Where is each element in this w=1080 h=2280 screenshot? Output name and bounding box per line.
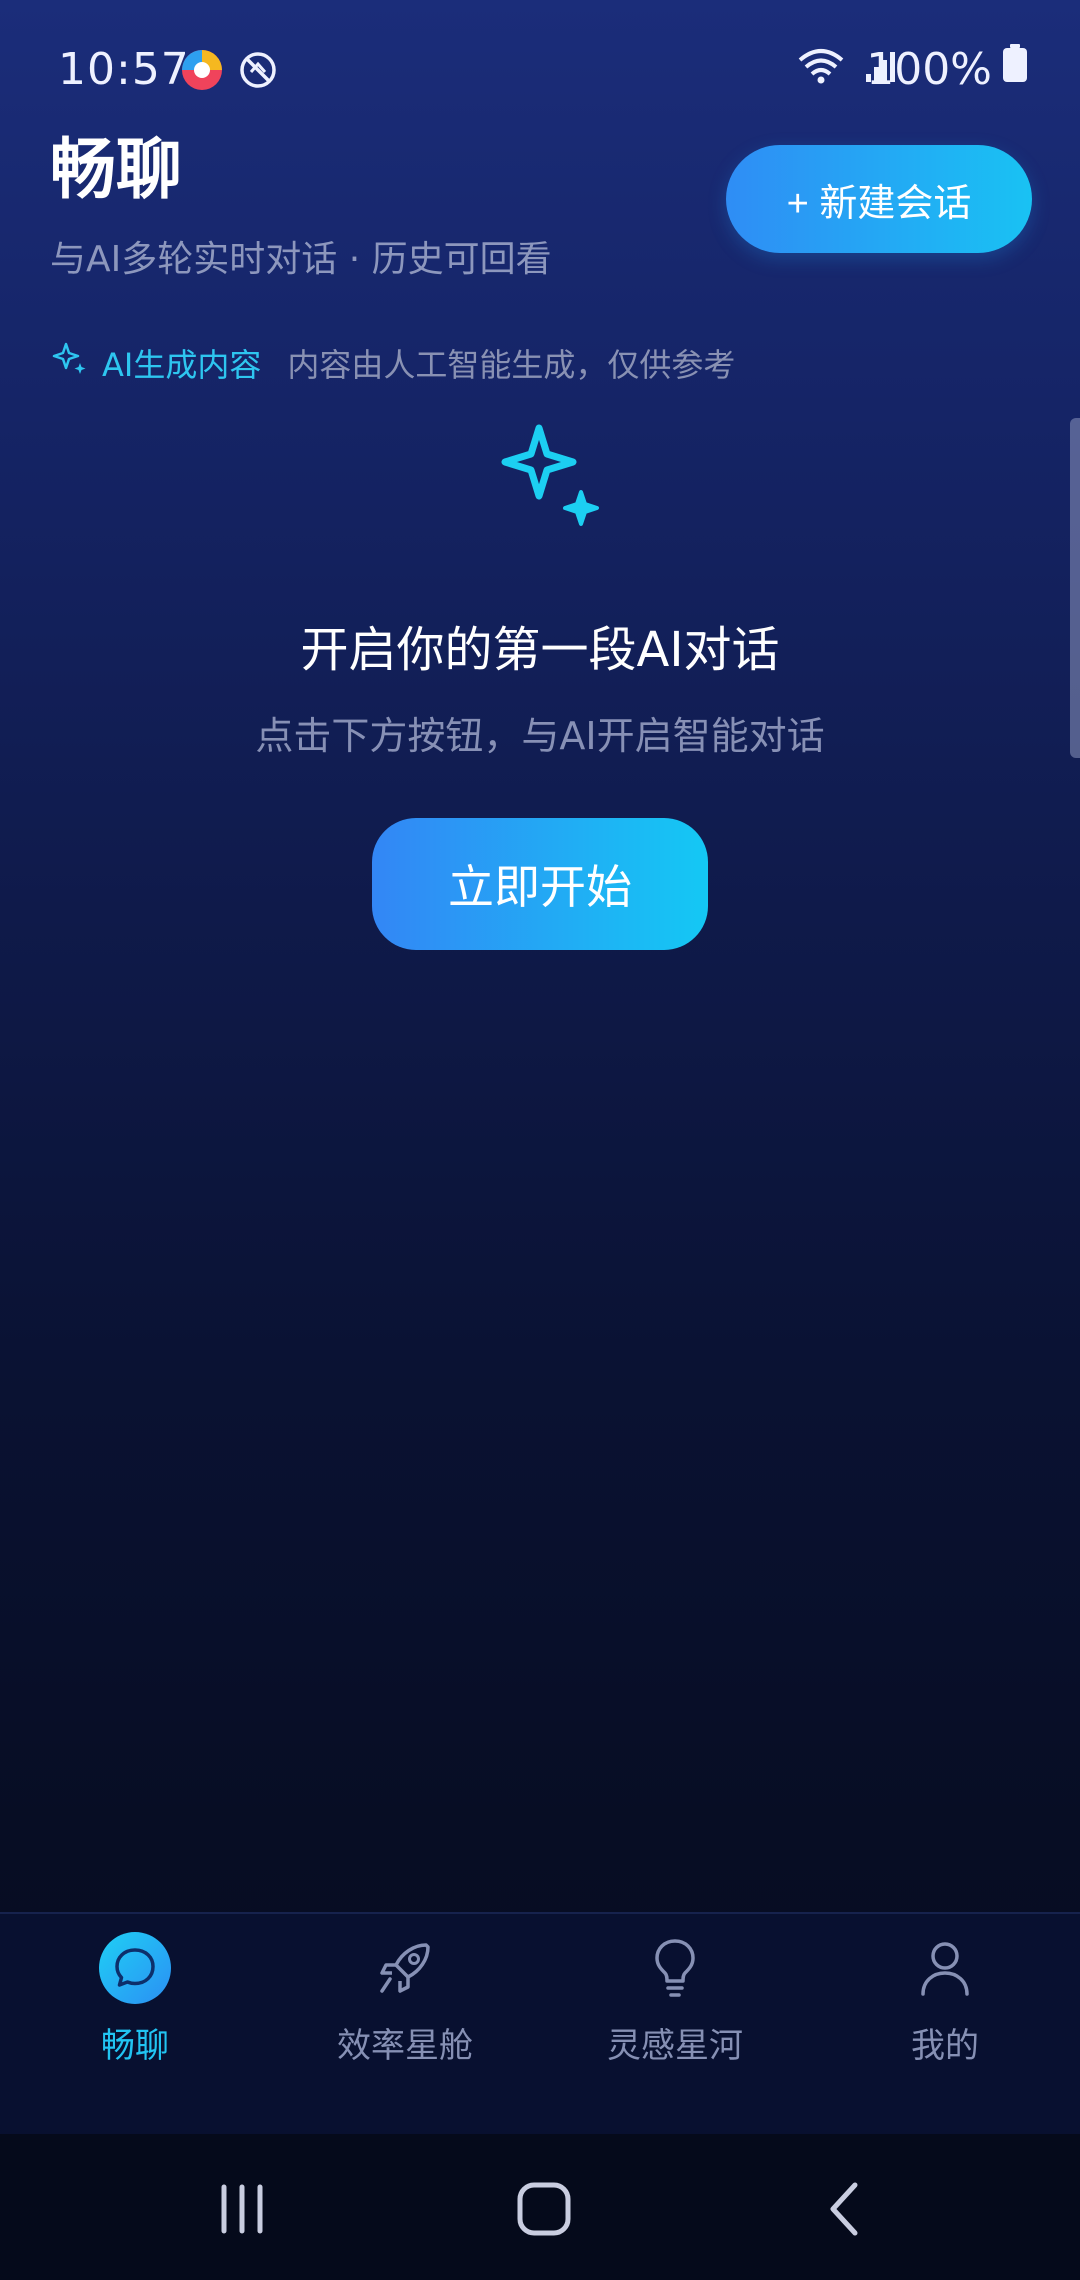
nav-item-profile[interactable]: 我的 — [810, 1914, 1080, 2136]
recent-apps-button[interactable] — [202, 2174, 282, 2244]
page-subtitle: 与AI多轮实时对话 · 历史可回看 — [50, 239, 552, 280]
app-notification-icon — [180, 48, 224, 96]
nav-label-inspiration: 灵感星河 — [607, 2026, 743, 2066]
system-nav-bar — [0, 2134, 1080, 2280]
bottom-nav: 畅聊 效率星舱 灵感星河 我的 — [0, 1912, 1080, 2136]
back-icon — [830, 2182, 858, 2236]
sparkle-icon — [52, 341, 88, 385]
empty-state-description: 点击下方按钮，与AI开启智能对话 — [255, 714, 825, 758]
ai-content-description: 内容由人工智能生成，仅供参考 — [287, 346, 736, 384]
chat-bubble-icon — [99, 1932, 171, 2004]
status-time: 10:57 — [58, 44, 190, 95]
page-header: 畅聊 与AI多轮实时对话 · 历史可回看 — [50, 130, 552, 282]
battery-status: 100% — [866, 44, 1028, 95]
start-chat-button[interactable]: 立即开始 — [372, 818, 708, 950]
nav-item-chat[interactable]: 畅聊 — [0, 1914, 270, 2136]
nav-label-efficiency: 效率星舱 — [337, 2026, 473, 2066]
page-title: 畅聊 — [50, 131, 182, 208]
back-button[interactable] — [806, 2174, 886, 2244]
nav-label-chat: 畅聊 — [101, 2026, 169, 2066]
status-bar: 10:57 100% — [0, 0, 1080, 140]
rocket-icon — [369, 1932, 441, 2004]
nav-item-efficiency[interactable]: 效率星舱 — [270, 1914, 540, 2136]
empty-state-title: 开启你的第一段AI对话 — [300, 622, 780, 678]
nav-item-inspiration[interactable]: 灵感星河 — [540, 1914, 810, 2136]
sync-off-icon — [238, 50, 278, 94]
wifi-icon — [796, 46, 846, 90]
user-icon — [909, 1932, 981, 2004]
recent-apps-icon — [221, 2184, 263, 2234]
battery-percent: 100% — [866, 44, 992, 95]
home-icon — [517, 2182, 571, 2236]
home-button[interactable] — [504, 2174, 584, 2244]
ai-content-label: AI生成内容 — [102, 346, 262, 384]
nav-label-profile: 我的 — [911, 2026, 979, 2066]
battery-icon — [1002, 44, 1028, 95]
new-chat-button[interactable]: + 新建会话 — [726, 145, 1032, 253]
empty-state-sparkle-icon — [495, 420, 615, 544]
ai-content-notice: AI生成内容 内容由人工智能生成，仅供参考 — [52, 340, 735, 386]
lightbulb-icon — [639, 1932, 711, 2004]
status-icons-left — [180, 48, 278, 96]
